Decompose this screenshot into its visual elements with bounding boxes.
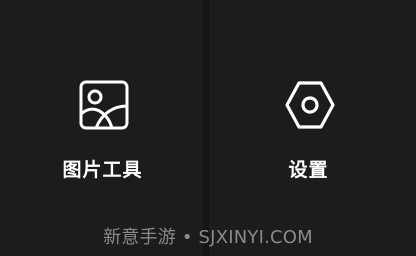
settings-nut-icon bbox=[285, 81, 335, 129]
image-tools-label: 图片工具 bbox=[62, 159, 143, 181]
image-icon bbox=[79, 80, 129, 130]
home-screen: 图片工具 设置 新意手游 • SJXINYI.COM bbox=[0, 0, 416, 256]
image-tools-tile[interactable]: 图片工具 bbox=[0, 0, 203, 256]
watermark-text: 新意手游 • SJXINYI.COM bbox=[103, 227, 313, 248]
settings-tile[interactable]: 设置 bbox=[209, 0, 416, 256]
settings-label: 设置 bbox=[288, 159, 329, 181]
